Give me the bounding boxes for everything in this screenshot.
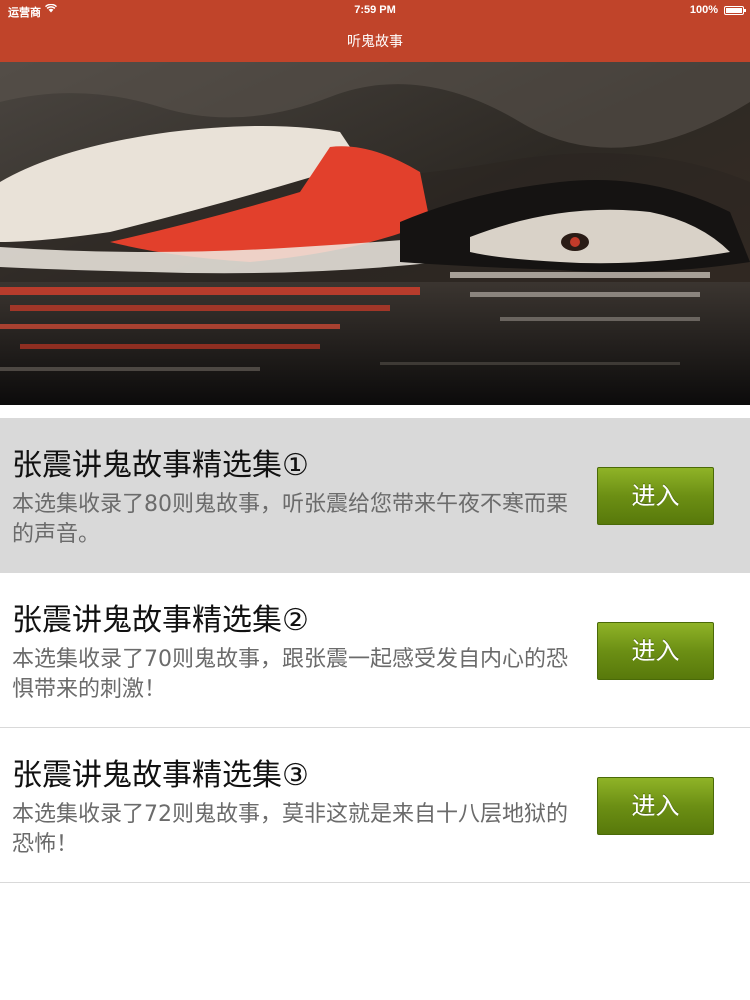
clock: 7:59 PM [354,4,396,16]
collection-title: 张震讲鬼故事精选集③ [12,758,309,793]
collection-description: 本选集收录了70则鬼故事，跟张震一起感受发自内心的恐惧带来的刺激！ [12,647,568,702]
enter-button[interactable]: 进入 [597,622,714,680]
enter-button[interactable]: 进入 [597,467,714,525]
hero-image [0,62,750,405]
collection-row-3[interactable]: 张震讲鬼故事精选集③ 本选集收录了72则鬼故事，莫非这就是来自十八层地狱的恐怖！… [0,728,750,883]
battery-percentage: 100% [689,4,718,16]
collection-list: 张震讲鬼故事精选集① 本选集收录了80则鬼故事，听张震给您带来午夜不寒而栗的声音… [0,418,750,883]
collection-description: 本选集收录了72则鬼故事，莫非这就是来自十八层地狱的恐怖！ [12,802,568,857]
collection-title: 张震讲鬼故事精选集② [12,603,309,638]
collection-row-1[interactable]: 张震讲鬼故事精选集① 本选集收录了80则鬼故事，听张震给您带来午夜不寒而栗的声音… [0,418,750,573]
collection-title: 张震讲鬼故事精选集① [12,448,309,483]
nav-title: 听鬼故事 [0,22,750,62]
enter-button[interactable]: 进入 [597,777,714,835]
collection-description: 本选集收录了80则鬼故事，听张震给您带来午夜不寒而栗的声音。 [12,492,568,547]
battery-icon [724,6,746,15]
status-bar: 运营商 7:59 PM 100% [0,0,750,22]
collection-row-2[interactable]: 张震讲鬼故事精选集② 本选集收录了70则鬼故事，跟张震一起感受发自内心的恐惧带来… [0,573,750,728]
